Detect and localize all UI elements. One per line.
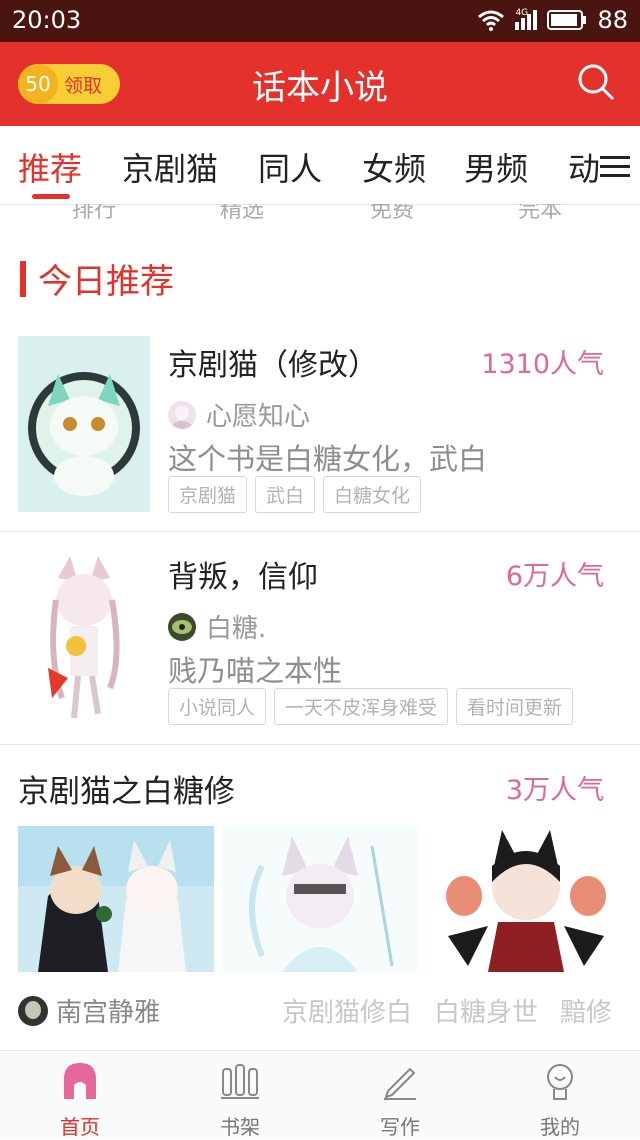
tag-chip[interactable]: 京剧猫: [168, 476, 248, 513]
tab-female[interactable]: 女频: [362, 144, 426, 190]
collection-image: [222, 826, 418, 972]
subtab-free[interactable]: 免费: [370, 204, 414, 224]
book-cover: [18, 336, 150, 512]
book-card[interactable]: 背叛，信仰 6万人气 白糖. 贱乃喵之本性 小说同人 一天不皮浑身难受 看时间更…: [0, 531, 640, 745]
book-cover: [18, 548, 150, 724]
tab-anime[interactable]: 动: [568, 144, 600, 190]
tab-male[interactable]: 男频: [464, 144, 528, 190]
nav-profile[interactable]: 我的: [510, 1061, 610, 1140]
signal-icon: 4G: [515, 8, 538, 30]
app-title: 话本小说: [252, 68, 388, 108]
search-button[interactable]: [574, 60, 618, 104]
tag-label[interactable]: 京剧猫修白: [282, 992, 412, 1029]
book-description: 这个书是白糖女化，武白: [168, 442, 488, 476]
profile-icon: [547, 1064, 573, 1100]
collection-author[interactable]: 南宫静雅: [18, 992, 160, 1029]
subtab-complete[interactable]: 完本: [518, 204, 562, 224]
bottom-nav: 首页 书架 写作 我的: [0, 1050, 640, 1139]
tag-chip[interactable]: 武白: [255, 476, 316, 513]
tag-chip[interactable]: 白糖女化: [323, 476, 422, 513]
section-marker: [20, 260, 26, 297]
avatar: [18, 995, 48, 1026]
collection-title[interactable]: 京剧猫之白糖修: [18, 766, 235, 811]
wifi-icon: [478, 10, 505, 31]
subtab-ranking[interactable]: 排行: [72, 204, 116, 224]
collection-image: [428, 826, 624, 972]
book-author[interactable]: 心愿知心: [168, 396, 310, 433]
tag-chip[interactable]: 看时间更新: [456, 688, 574, 725]
book-title[interactable]: 京剧猫（修改）: [168, 340, 378, 384]
search-icon: [578, 64, 615, 101]
book-tags: 京剧猫 武白 白糖女化: [168, 476, 422, 513]
book-tags: 小说同人 一天不皮浑身难受 看时间更新: [168, 688, 574, 725]
section-title: 今日推荐: [38, 262, 174, 302]
book-popularity: 6万人气: [505, 561, 604, 592]
bookshelf-icon: [221, 1064, 259, 1099]
tab-recommend[interactable]: 推荐: [18, 144, 82, 190]
tab-jingjumao[interactable]: 京剧猫: [122, 144, 218, 190]
status-time: 20:03: [12, 6, 82, 34]
book-card[interactable]: 京剧猫（修改） 1310人气 心愿知心 这个书是白糖女化，武白 京剧猫 武白 白…: [0, 320, 640, 530]
author-name: 南宫静雅: [56, 998, 161, 1028]
nav-label: 我的: [540, 1115, 580, 1139]
collection-tags: 京剧猫修白 白糖身世 黯修: [282, 992, 612, 1029]
home-icon: [64, 1063, 96, 1099]
battery-level: 88: [597, 6, 628, 34]
nav-label: 首页: [60, 1115, 100, 1139]
nav-label: 写作: [380, 1115, 420, 1139]
book-description: 贱乃喵之本性: [168, 654, 343, 688]
tag-chip[interactable]: 小说同人: [168, 688, 267, 725]
pencil-icon: [384, 1067, 416, 1100]
subtab-featured[interactable]: 精选: [220, 204, 264, 224]
nav-bookshelf[interactable]: 书架: [190, 1061, 290, 1140]
tag-chip[interactable]: 一天不皮浑身难受: [274, 688, 449, 725]
collection-card[interactable]: 京剧猫之白糖修 3万人气 南宫静雅 京剧猫修白 白糖身世 黯修: [0, 744, 640, 1044]
active-tab-indicator: [32, 194, 70, 199]
app-bar: 50 领取 话本小说: [0, 42, 640, 126]
nav-write[interactable]: 写作: [350, 1061, 450, 1140]
section-header: 今日推荐: [20, 254, 174, 303]
tag-label[interactable]: 白糖身世: [434, 992, 538, 1029]
collection-image: [18, 826, 214, 972]
network-type: 4G: [515, 8, 529, 18]
book-author[interactable]: 白糖.: [168, 608, 266, 645]
avatar: [168, 612, 196, 641]
category-tabs: 推荐 京剧猫 同人 女频 男频 动: [0, 126, 640, 205]
collection-popularity: 3万人气: [505, 775, 604, 806]
status-icons: 4G 88: [477, 6, 628, 34]
avatar: [168, 400, 196, 429]
sub-tabs: 排行 精选 免费 完本: [0, 204, 640, 224]
tab-fanfic[interactable]: 同人: [258, 144, 322, 190]
author-name: 心愿知心: [206, 402, 311, 432]
battery-icon: [547, 10, 587, 30]
nav-home[interactable]: 首页: [30, 1061, 130, 1140]
status-bar: 20:03 4G 88: [0, 0, 640, 42]
book-popularity: 1310人气: [481, 349, 604, 380]
tab-menu-icon[interactable]: [600, 154, 630, 178]
tag-label[interactable]: 黯修: [560, 992, 612, 1029]
book-title[interactable]: 背叛，信仰: [168, 552, 318, 596]
nav-label: 书架: [220, 1115, 260, 1139]
author-name: 白糖.: [206, 614, 267, 644]
